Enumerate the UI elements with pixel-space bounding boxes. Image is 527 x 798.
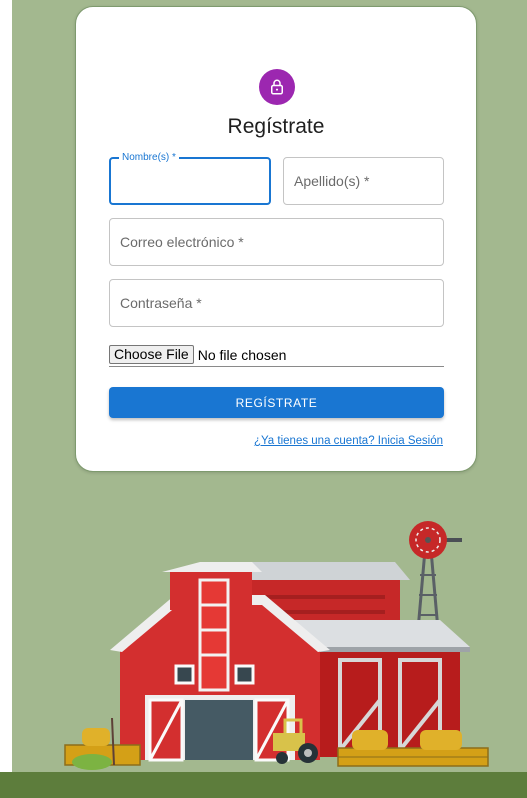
page-title: Regístrate — [227, 115, 325, 138]
last-name-field[interactable]: Apellido(s) * — [283, 157, 444, 205]
choose-file-button[interactable]: Choose File — [109, 345, 194, 364]
register-card: Regístrate Nombre(s) * Apellido(s) * Cor… — [75, 6, 477, 472]
ground — [0, 772, 527, 798]
last-name-placeholder: Apellido(s) * — [294, 173, 370, 189]
lock-avatar — [259, 69, 295, 105]
email-field[interactable]: Correo electrónico * — [109, 218, 444, 266]
email-placeholder: Correo electrónico * — [120, 234, 244, 250]
first-name-label: Nombre(s) * — [119, 152, 179, 164]
password-placeholder: Contraseña * — [120, 295, 202, 311]
register-button[interactable]: REGÍSTRATE — [109, 387, 444, 418]
first-name-field[interactable]: Nombre(s) * — [109, 152, 271, 205]
login-link[interactable]: ¿Ya tienes una cuenta? Inicia Sesión — [254, 435, 443, 447]
lock-icon — [271, 79, 283, 95]
farm-illustration — [64, 521, 489, 770]
windmill — [409, 521, 462, 631]
file-upload-row: Choose File No file chosen — [109, 343, 444, 367]
file-status: No file chosen — [197, 346, 287, 363]
password-field[interactable]: Contraseña * — [109, 279, 444, 327]
